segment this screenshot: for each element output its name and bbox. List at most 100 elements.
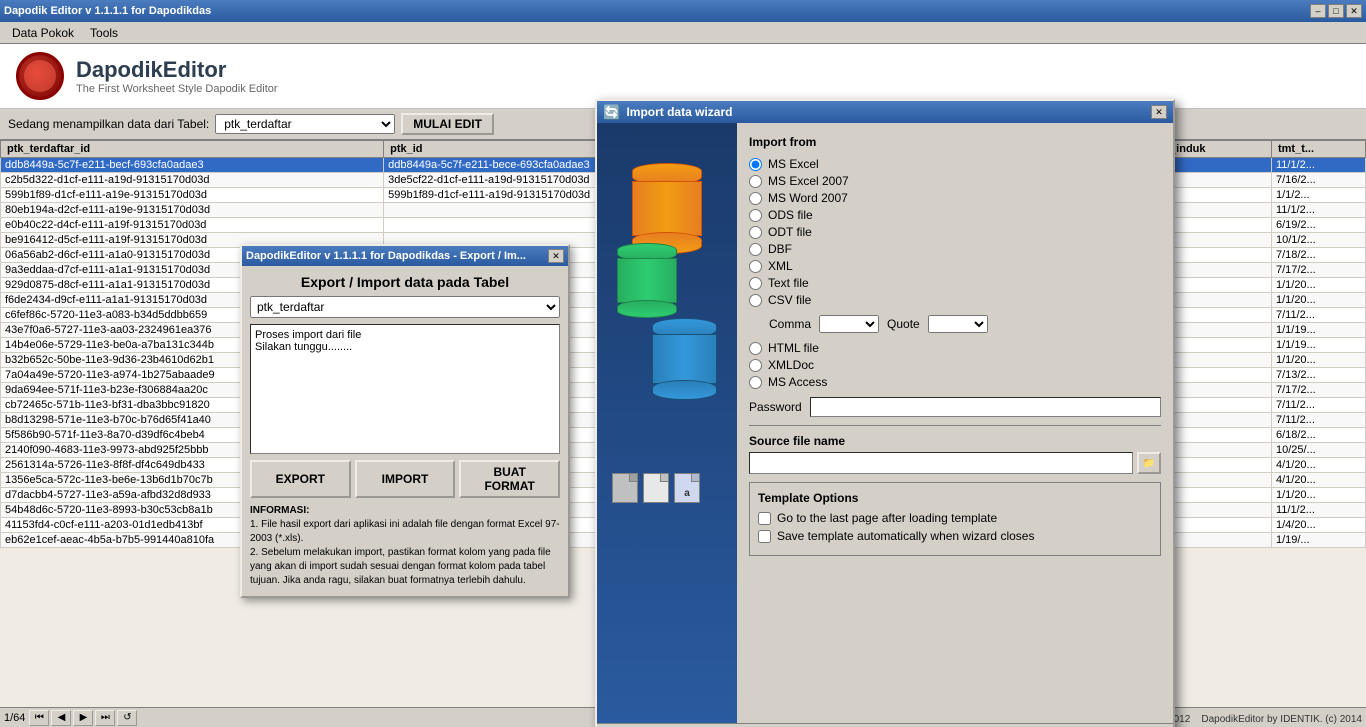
cell-20-5: 4/1/20... — [1271, 458, 1365, 473]
cell-1-0: c2b5d322-d1cf-e111-a19d-91315170d03d — [1, 173, 384, 188]
app-title-block: DapodikEditor The First Worksheet Style … — [76, 57, 278, 95]
app-logo — [16, 52, 64, 100]
source-file-input[interactable] — [749, 452, 1133, 474]
radio-xml[interactable] — [749, 260, 762, 273]
radio-row-ms-access: MS Access — [749, 375, 1161, 389]
log-line-1: Proses import dari file — [255, 329, 555, 341]
cell-2-5: 1/1/2... — [1271, 188, 1365, 203]
export-import-dialog: DapodikEditor v 1.1.1.1 for Dapodikdas -… — [240, 244, 570, 598]
cell-23-5: 11/1/2... — [1271, 503, 1365, 518]
cell-7-5: 7/17/2... — [1271, 263, 1365, 278]
label-ods-file: ODS file — [768, 208, 813, 222]
export-dialog-title: DapodikEditor v 1.1.1.1 for Dapodikdas -… — [246, 250, 526, 262]
password-input[interactable] — [810, 397, 1161, 417]
mulai-edit-button[interactable]: MULAI EDIT — [401, 113, 494, 135]
label-ms-word-2007: MS Word 2007 — [768, 191, 848, 205]
buat-format-button[interactable]: BUAT FORMAT — [459, 460, 560, 498]
info-line-1: 1. File hasil export dari aplikasi ini a… — [250, 519, 560, 544]
radio-row-ms-excel: MS Excel — [749, 157, 1161, 171]
col-header-0: ptk_terdaftar_id — [1, 141, 384, 158]
radio-xmldoc[interactable] — [749, 359, 762, 372]
comma-select[interactable] — [819, 315, 879, 333]
nav-buttons: ⏮ ◀ ▶ ⏭ ↺ — [29, 710, 137, 726]
export-dialog-title-bar: DapodikEditor v 1.1.1.1 for Dapodikdas -… — [242, 246, 568, 266]
label-odt-file: ODT file — [768, 225, 812, 239]
export-dialog-close[interactable]: ✕ — [548, 249, 564, 263]
wizard-title-bar: 🔄 Import data wizard ✕ — [597, 101, 1173, 123]
cell-24-5: 1/4/20... — [1271, 518, 1365, 533]
label-ms-access: MS Access — [768, 375, 827, 389]
radio-dbf[interactable] — [749, 243, 762, 256]
radio-text-file[interactable] — [749, 277, 762, 290]
import-wizard-dialog: 🔄 Import data wizard ✕ — [595, 99, 1175, 727]
cell-2-0: 599b1f89-d1cf-e111-a19e-91315170d03d — [1, 188, 384, 203]
radio-csv-file[interactable] — [749, 294, 762, 307]
cell-3-0: 80eb194a-d2cf-e111-a19e-91315170d03d — [1, 203, 384, 218]
minimize-button[interactable]: – — [1310, 4, 1326, 18]
radio-ms-excel-2007[interactable] — [749, 175, 762, 188]
label-xml: XML — [768, 259, 793, 273]
cell-4-5: 6/19/2... — [1271, 218, 1365, 233]
radio-ods-file[interactable] — [749, 209, 762, 222]
import-from-label: Import from — [749, 135, 1161, 149]
radio-ms-excel[interactable] — [749, 158, 762, 171]
info-line-2: 2. Sebelum melakukan import, pastikan fo… — [250, 547, 551, 586]
export-button[interactable]: EXPORT — [250, 460, 351, 498]
cell-13-5: 1/1/20... — [1271, 353, 1365, 368]
menu-data-pokok[interactable]: Data Pokok — [4, 24, 82, 42]
menu-tools[interactable]: Tools — [82, 24, 126, 42]
cell-6-5: 7/18/2... — [1271, 248, 1365, 263]
page-info: 1/64 — [4, 712, 25, 724]
cell-25-5: 1/19/... — [1271, 533, 1365, 548]
comma-label: Comma — [769, 317, 811, 331]
nav-first-button[interactable]: ⏮ — [29, 710, 49, 726]
table-selector-dropdown[interactable]: ptk_terdaftar — [215, 114, 395, 134]
close-button[interactable]: ✕ — [1346, 4, 1362, 18]
wizard-close-button[interactable]: ✕ — [1151, 105, 1167, 119]
nav-prev-button[interactable]: ◀ — [51, 710, 71, 726]
template-options-box: Template Options Go to the last page aft… — [749, 482, 1161, 556]
radio-ms-access[interactable] — [749, 376, 762, 389]
radio-row-text: Text file — [749, 276, 1161, 290]
app-area: DapodikEditor The First Worksheet Style … — [0, 44, 1366, 727]
radio-odt-file[interactable] — [749, 226, 762, 239]
quote-select[interactable] — [928, 315, 988, 333]
csv-options: Comma Quote — [769, 315, 1161, 333]
wizard-content: a Import from MS Excel MS Exc — [597, 123, 1173, 723]
label-ms-excel-2007: MS Excel 2007 — [768, 174, 849, 188]
radio-ms-word-2007[interactable] — [749, 192, 762, 205]
cell-0-5: 11/1/2... — [1271, 158, 1365, 173]
nav-refresh-button[interactable]: ↺ — [117, 710, 137, 726]
checkbox-row-1: Go to the last page after loading templa… — [758, 511, 1152, 525]
cell-4-0: e0b40c22-d4cf-e111-a19f-91315170d03d — [1, 218, 384, 233]
go-last-page-label: Go to the last page after loading templa… — [777, 511, 997, 525]
save-auto-checkbox[interactable] — [758, 530, 771, 543]
cell-22-5: 1/1/20... — [1271, 488, 1365, 503]
nav-next-button[interactable]: ▶ — [73, 710, 93, 726]
wizard-image: a — [607, 133, 727, 513]
go-last-page-checkbox[interactable] — [758, 512, 771, 525]
cell-8-5: 1/1/20... — [1271, 278, 1365, 293]
export-dialog-content: Export / Import data pada Tabel ptk_terd… — [242, 266, 568, 596]
cell-11-5: 1/1/19... — [1271, 323, 1365, 338]
browse-button[interactable]: 📁 — [1137, 452, 1161, 474]
template-options-title: Template Options — [758, 491, 1152, 505]
nav-last-button[interactable]: ⏭ — [95, 710, 115, 726]
maximize-button[interactable]: □ — [1328, 4, 1344, 18]
logo-inner — [24, 60, 56, 92]
quote-label: Quote — [887, 317, 920, 331]
col-header-5: tmt_t... — [1271, 141, 1365, 158]
cell-10-5: 7/11/2... — [1271, 308, 1365, 323]
more-options-group: HTML file XMLDoc MS Access — [749, 341, 1161, 389]
radio-row-ms-excel-2007: MS Excel 2007 — [749, 174, 1161, 188]
cell-3-5: 11/1/2... — [1271, 203, 1365, 218]
divider — [749, 425, 1161, 426]
export-table-select[interactable]: ptk_terdaftar — [250, 296, 560, 318]
cell-12-5: 1/1/19... — [1271, 338, 1365, 353]
import-button[interactable]: IMPORT — [355, 460, 456, 498]
label-dbf: DBF — [768, 242, 792, 256]
window-title: Dapodik Editor v 1.1.1.1 for Dapodikdas — [4, 5, 211, 17]
radio-html-file[interactable] — [749, 342, 762, 355]
radio-row-xmldoc: XMLDoc — [749, 358, 1161, 372]
cell-15-5: 7/17/2... — [1271, 383, 1365, 398]
